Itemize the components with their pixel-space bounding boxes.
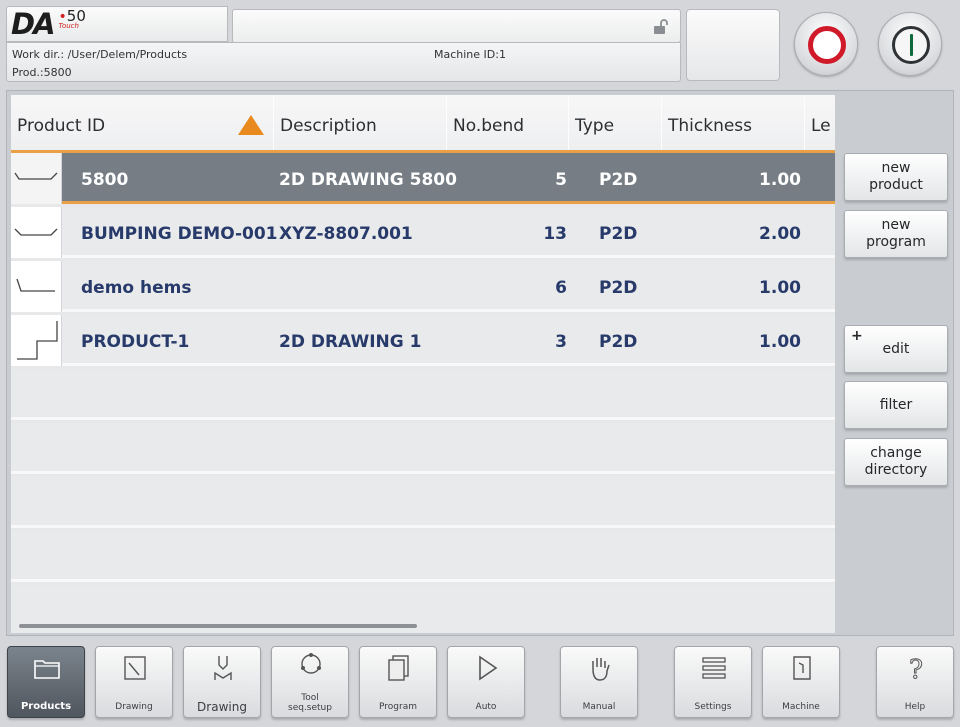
new-product-button[interactable]: new product bbox=[844, 153, 948, 201]
nav-settings-label: Settings bbox=[694, 702, 732, 712]
svg-text:?: ? bbox=[909, 655, 923, 683]
nav-tool-setup-label: Tool seq.setup bbox=[288, 693, 332, 713]
help-question-icon: ? bbox=[909, 655, 924, 684]
settings-list-icon bbox=[702, 657, 726, 679]
start-button[interactable] bbox=[878, 12, 942, 76]
nav-products-label: Products bbox=[20, 701, 72, 712]
nav-help-button[interactable]: ? Help bbox=[876, 646, 954, 718]
logo-model-sub: Touch bbox=[58, 22, 79, 30]
delem-logo: DA •50 Touch bbox=[11, 7, 86, 41]
nav-tool-setup-button[interactable]: Tool seq.setup bbox=[271, 646, 349, 718]
cell-type: P2D bbox=[599, 224, 638, 244]
logo-panel: DA •50 Touch bbox=[6, 6, 228, 42]
column-header-product-id[interactable]: Product ID bbox=[11, 95, 274, 150]
work-directory-text: Work dir.: /User/Delem/Products bbox=[12, 48, 188, 61]
plus-icon: + bbox=[851, 328, 863, 344]
nav-drawing-2d-button[interactable]: Drawing bbox=[95, 646, 173, 718]
nav-drawing-button[interactable]: Drawing bbox=[183, 646, 261, 718]
stop-icon bbox=[808, 26, 846, 64]
start-icon bbox=[892, 26, 930, 64]
cell-description: XYZ-8807.001 bbox=[279, 224, 413, 244]
empty-table-row bbox=[11, 477, 835, 528]
bend-tool-icon bbox=[214, 656, 232, 680]
cell-thickness: 2.00 bbox=[759, 224, 801, 244]
play-icon bbox=[479, 655, 498, 681]
tool-sequence-icon bbox=[301, 653, 321, 674]
cell-product-id: PRODUCT-1 bbox=[81, 332, 190, 352]
cell-type: P2D bbox=[599, 332, 638, 352]
machine-door-icon bbox=[793, 656, 811, 680]
products-table: Product ID Description No.bend Type Thic… bbox=[11, 95, 835, 633]
nav-program-label: Program bbox=[379, 702, 417, 712]
nav-manual-button[interactable]: Manual bbox=[560, 646, 638, 718]
hand-icon bbox=[592, 658, 610, 681]
table-row[interactable]: BUMPING DEMO-001 XYZ-8807.001 13 P2D 2.0… bbox=[11, 207, 835, 258]
product-profile-thumbnail bbox=[11, 315, 62, 366]
nav-machine-button[interactable]: Machine bbox=[762, 646, 840, 718]
message-bar bbox=[232, 9, 681, 43]
column-header-type[interactable]: Type bbox=[569, 95, 662, 150]
logo-model: •50 Touch bbox=[58, 7, 86, 30]
cell-no-bend: 3 bbox=[555, 332, 567, 352]
cell-thickness: 1.00 bbox=[759, 170, 801, 190]
cell-thickness: 1.00 bbox=[759, 278, 801, 298]
column-header-no-bend[interactable]: No.bend bbox=[447, 95, 569, 150]
column-header-thickness[interactable]: Thickness bbox=[662, 95, 805, 150]
empty-table-row bbox=[11, 531, 835, 582]
table-row[interactable]: PRODUCT-1 2D DRAWING 1 3 P2D 1.00 bbox=[11, 315, 835, 366]
cell-no-bend: 6 bbox=[555, 278, 567, 298]
edit-button-label: edit bbox=[882, 340, 910, 357]
filter-button[interactable]: filter bbox=[844, 381, 948, 429]
cell-thickness: 1.00 bbox=[759, 332, 801, 352]
edit-button[interactable]: + edit bbox=[844, 325, 948, 373]
horizontal-scrollbar[interactable] bbox=[19, 624, 417, 628]
machine-id-text: Machine ID:1 bbox=[434, 48, 506, 61]
cell-description: 2D DRAWING 5800 bbox=[279, 170, 457, 190]
drawing-pencil-icon bbox=[124, 656, 146, 680]
stop-button[interactable] bbox=[794, 12, 858, 76]
product-profile-thumbnail bbox=[11, 153, 62, 204]
cell-no-bend: 13 bbox=[543, 224, 567, 244]
nav-drawing-label: Drawing bbox=[197, 700, 247, 714]
cell-no-bend: 5 bbox=[555, 170, 567, 190]
nav-auto-label: Auto bbox=[475, 702, 497, 712]
product-profile-thumbnail bbox=[11, 207, 62, 258]
status-info-panel: Work dir.: /User/Delem/Products Prod.:58… bbox=[6, 42, 681, 82]
cell-product-id: BUMPING DEMO-001 bbox=[81, 224, 278, 244]
nav-program-button[interactable]: Program bbox=[359, 646, 437, 718]
unlocked-padlock-icon[interactable] bbox=[652, 18, 670, 36]
program-pages-icon bbox=[388, 655, 409, 681]
folder-icon bbox=[34, 660, 60, 679]
nav-auto-button[interactable]: Auto bbox=[447, 646, 525, 718]
product-text: Prod.:5800 bbox=[12, 66, 72, 79]
column-header-description[interactable]: Description bbox=[274, 95, 447, 150]
new-program-button[interactable]: new program bbox=[844, 210, 948, 258]
nav-manual-label: Manual bbox=[582, 702, 616, 712]
nav-drawing-2d-label: Drawing bbox=[115, 702, 153, 712]
empty-table-row bbox=[11, 369, 835, 420]
main-panel: Product ID Description No.bend Type Thic… bbox=[6, 90, 954, 636]
table-header: Product ID Description No.bend Type Thic… bbox=[11, 95, 835, 153]
table-row[interactable]: 5800 2D DRAWING 5800 5 P2D 1.00 bbox=[11, 153, 835, 204]
table-row[interactable]: demo hems 6 P2D 1.00 bbox=[11, 261, 835, 312]
empty-table-row bbox=[11, 423, 835, 474]
cell-description: 2D DRAWING 1 bbox=[279, 332, 422, 352]
sort-ascending-icon[interactable] bbox=[238, 115, 264, 135]
cell-product-id: demo hems bbox=[81, 278, 192, 298]
column-header-length[interactable]: Le bbox=[805, 95, 835, 150]
cell-product-id: 5800 bbox=[81, 170, 129, 190]
nav-settings-button[interactable]: Settings bbox=[674, 646, 752, 718]
cell-type: P2D bbox=[599, 278, 638, 298]
cell-type: P2D bbox=[599, 170, 638, 190]
logo-da-text: DA bbox=[11, 7, 56, 41]
nav-machine-label: Machine bbox=[782, 702, 820, 712]
product-profile-thumbnail bbox=[11, 261, 62, 312]
header-blank-panel bbox=[686, 9, 780, 81]
change-directory-button[interactable]: change directory bbox=[844, 438, 948, 486]
nav-help-label: Help bbox=[904, 702, 926, 712]
nav-products-button[interactable]: Products bbox=[7, 646, 85, 718]
